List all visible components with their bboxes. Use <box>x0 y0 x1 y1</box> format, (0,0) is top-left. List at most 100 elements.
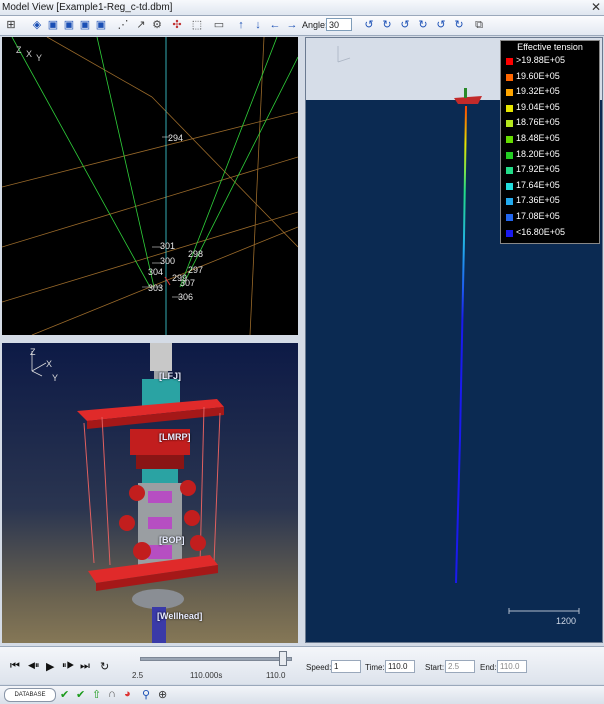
view-bottom-icon[interactable]: ▣ <box>94 18 108 32</box>
step-back-icon[interactable]: ◀⏸ <box>28 660 39 671</box>
grid-icon[interactable]: ⊞ <box>4 18 18 32</box>
view-front-icon[interactable]: ▣ <box>46 18 60 32</box>
tension-legend: Effective tension >19.88E+05 19.60E+05 19.… <box>500 40 600 245</box>
legend-swatch <box>506 151 513 159</box>
legend-swatch <box>506 198 513 206</box>
axis-z-label: Z <box>16 45 22 55</box>
legend-item: 17.64E+05 <box>501 179 599 195</box>
arrow-down-icon[interactable]: ↓ <box>251 18 265 32</box>
select-icon[interactable]: ▭ <box>212 18 226 32</box>
arrow-up-icon[interactable]: ↑ <box>234 18 248 32</box>
status-bar: DATABASE ✔ ✔ ⇧ ∩ ◕ ⚲ ⊕ <box>0 685 604 704</box>
search-icon[interactable]: ⚲ <box>142 688 150 701</box>
legend-title: Effective tension <box>517 42 583 52</box>
window-title: Model View [Example1-Reg_c-td.dbm] <box>2 2 173 13</box>
legend-item: 17.92E+05 <box>501 163 599 179</box>
node-label: 301 <box>160 241 176 251</box>
view-top-icon[interactable]: ▣ <box>78 18 92 32</box>
slider-current-label: 110.000s <box>190 671 223 680</box>
legend-item: 18.76E+05 <box>501 116 599 132</box>
zoom-icon[interactable]: ⊕ <box>158 688 167 701</box>
node-label: 306 <box>178 292 194 302</box>
arrow-left-icon[interactable]: ← <box>268 18 282 32</box>
close-icon[interactable]: ✕ <box>591 0 601 14</box>
legend-item: 19.32E+05 <box>501 85 599 101</box>
check-all-icon[interactable]: ✔ <box>76 688 85 701</box>
riser-view[interactable]: 1200 Effective tension >19.88E+05 19.60E+… <box>305 37 603 643</box>
rotate-y-minus-icon[interactable]: ↻ <box>416 18 430 32</box>
slider-max-label: 110.0 <box>266 671 286 680</box>
legend-item-label: >19.88E+05 <box>516 55 566 65</box>
lfj-label: [LFJ] <box>159 371 181 381</box>
legend-item-label: 18.76E+05 <box>516 117 560 128</box>
color-icon[interactable]: ◕ <box>124 688 131 700</box>
axis-x-label: X <box>46 359 53 369</box>
legend-item-label: 18.48E+05 <box>516 132 560 143</box>
zoom-box-icon[interactable]: ⬚ <box>190 18 204 32</box>
speed-input[interactable]: 1 <box>331 660 361 673</box>
curve-icon[interactable]: ∩ <box>108 688 116 700</box>
render-view[interactable]: Z X Y [LFJ] [LMRP] [BOP] [Wellhead] <box>2 343 298 643</box>
axis-z-label: Z <box>30 347 36 357</box>
legend-item: >19.88E+05 <box>501 54 599 70</box>
view-iso-icon[interactable]: ◈ <box>30 18 44 32</box>
play-icon[interactable]: ▶ <box>46 660 54 673</box>
slider-min-label: 2.5 <box>132 671 144 680</box>
node-label: 294 <box>168 133 184 143</box>
bop-stack-render <box>31 343 224 643</box>
rotate-y-plus-icon[interactable]: ↺ <box>398 18 412 32</box>
lmrp-label: [LMRP] <box>159 432 191 442</box>
time-slider-thumb[interactable] <box>278 651 287 666</box>
node-icon[interactable]: ⋰ <box>116 18 130 32</box>
loop-icon[interactable]: ↻ <box>100 660 109 673</box>
check-icon[interactable]: ✔ <box>60 688 69 701</box>
legend-swatch <box>506 104 513 112</box>
wireframe-view[interactable]: Z Y X 294 301 300 298 297 304 299 307 30… <box>2 37 298 335</box>
legend-swatch <box>506 73 513 81</box>
time-input[interactable]: 110.0 <box>385 660 415 673</box>
go-start-icon[interactable]: ⏮ <box>10 660 20 673</box>
rotate-z-minus-icon[interactable]: ↻ <box>452 18 466 32</box>
legend-swatch <box>506 120 513 128</box>
scale-bar-label: 1200 <box>556 616 577 626</box>
start-input[interactable]: 2.5 <box>445 660 475 673</box>
axis-y-label: Y <box>36 53 43 63</box>
start-label: Start: <box>425 663 445 672</box>
step-forward-icon[interactable]: ⏸▶ <box>62 660 75 671</box>
fit-icon[interactable]: ✣ <box>170 18 184 32</box>
legend-item-label: 19.32E+05 <box>516 86 560 97</box>
legend-item-label: 19.60E+05 <box>516 70 560 81</box>
end-input[interactable]: 110.0 <box>497 660 527 673</box>
legend-swatch <box>506 213 513 221</box>
copy-icon[interactable]: ⧉ <box>472 18 486 32</box>
angle-input[interactable]: 30 <box>326 18 352 31</box>
up-icon[interactable]: ⇧ <box>92 688 101 701</box>
move-icon[interactable]: ↗ <box>134 18 148 32</box>
node-label: 307 <box>180 278 196 288</box>
legend-item: 18.20E+05 <box>501 148 599 164</box>
legend-swatch <box>506 58 513 65</box>
legend-item-label: 17.64E+05 <box>516 179 560 190</box>
database-tab[interactable]: DATABASE <box>4 688 56 702</box>
legend-item: <16.80E+05 <box>501 226 599 242</box>
go-end-icon[interactable]: ⏭ <box>80 660 90 673</box>
time-slider[interactable] <box>140 657 292 661</box>
axis-y-label: Y <box>52 373 59 383</box>
legend-item: 17.08E+05 <box>501 210 599 226</box>
time-label: Time: <box>365 663 385 672</box>
rotate-x-minus-icon[interactable]: ↻ <box>380 18 394 32</box>
arrow-right-icon[interactable]: → <box>285 18 299 32</box>
camera-icon[interactable]: ⚙ <box>150 18 164 32</box>
rotate-z-plus-icon[interactable]: ↺ <box>434 18 448 32</box>
window-titlebar: Model View [Example1-Reg_c-td.dbm] ✕ <box>0 0 604 16</box>
end-label: End: <box>480 663 497 672</box>
legend-item-label: 17.08E+05 <box>516 210 560 221</box>
legend-swatch <box>506 167 513 175</box>
rotate-x-plus-icon[interactable]: ↺ <box>362 18 376 32</box>
legend-item: 17.36E+05 <box>501 194 599 210</box>
node-label: 297 <box>188 265 204 275</box>
view-side-icon[interactable]: ▣ <box>62 18 76 32</box>
node-label: 303 <box>148 283 164 293</box>
legend-item-label: <16.80E+05 <box>516 226 566 237</box>
legend-item-label: 19.04E+05 <box>516 101 560 112</box>
